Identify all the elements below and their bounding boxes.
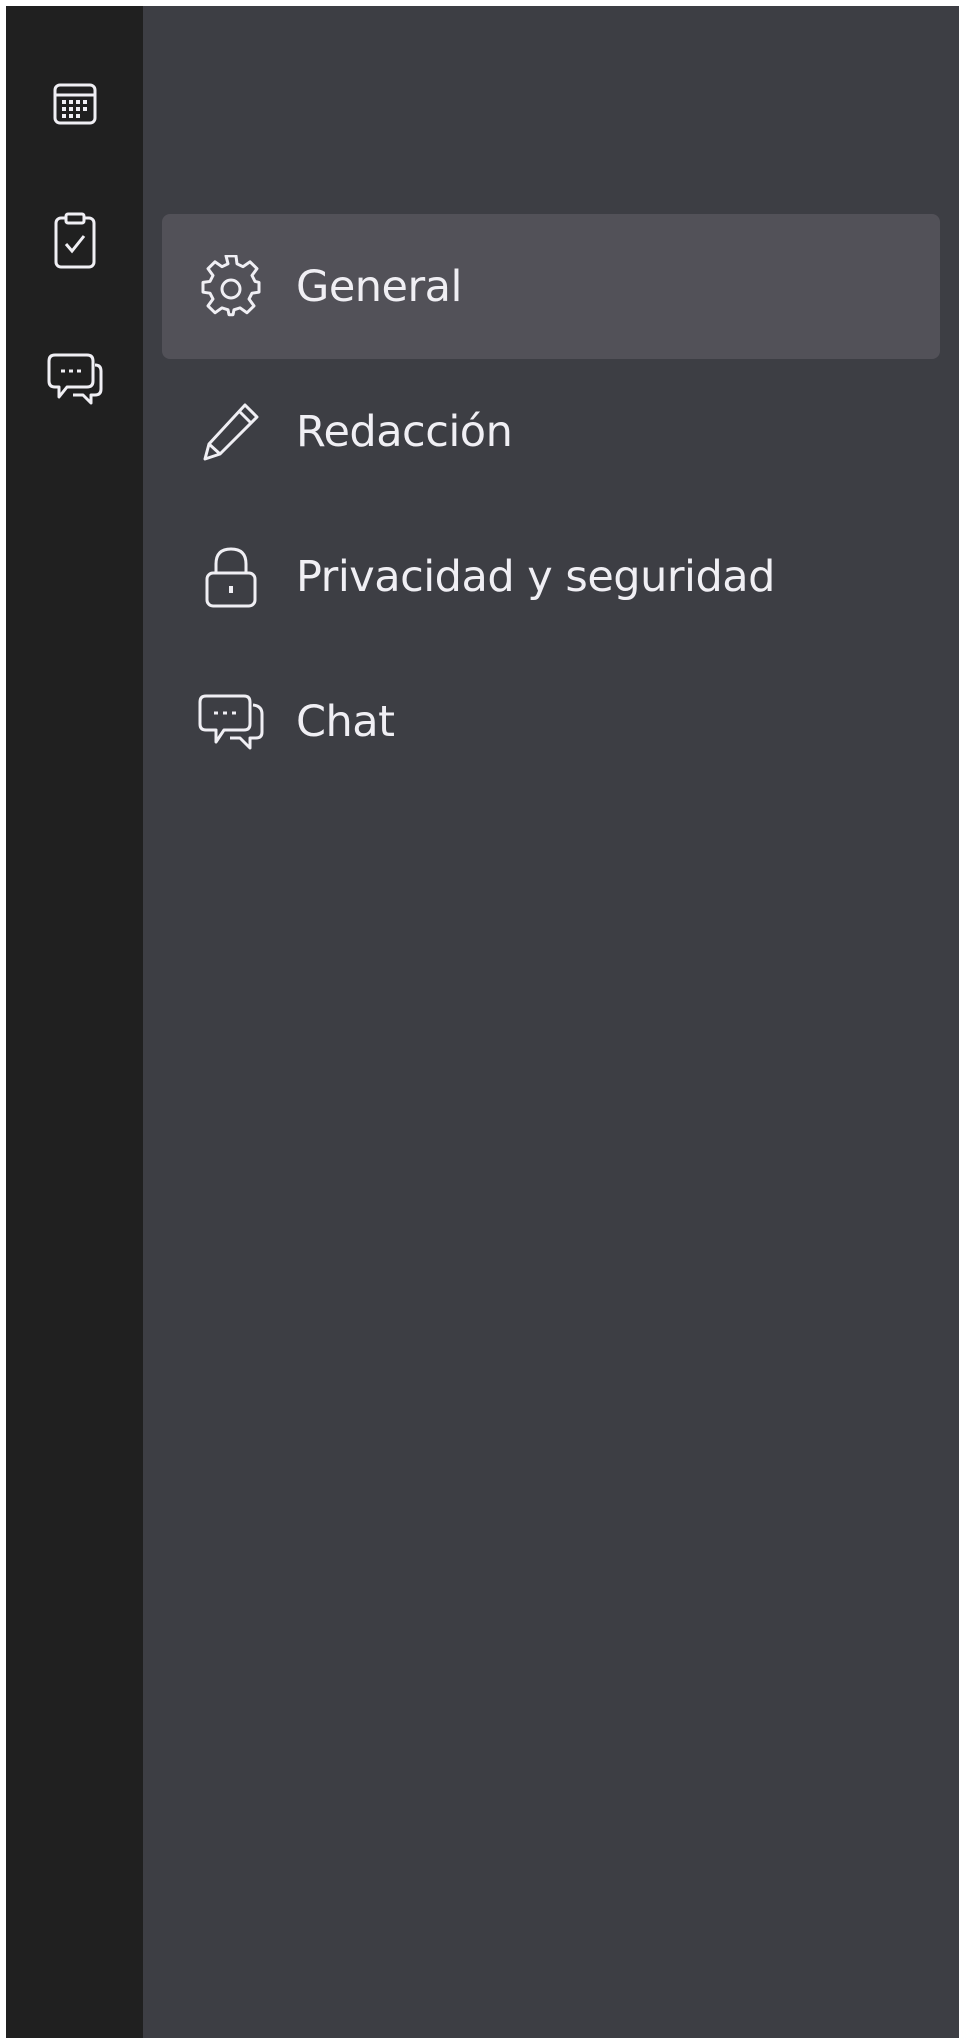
clipboard-check-icon: [54, 212, 95, 269]
chat-bubbles-icon: [47, 353, 102, 405]
settings-categories-pane: General Redacción Privacidad y seguridad…: [143, 6, 959, 2038]
chat-bubbles-icon: [198, 689, 264, 755]
category-composition-label: Redacción: [296, 406, 513, 457]
spaces-toolbar: [6, 6, 143, 2038]
settings-category-list: General Redacción Privacidad y seguridad…: [162, 214, 940, 794]
tasks-button[interactable]: [6, 196, 143, 286]
category-general-label: General: [296, 261, 462, 312]
gear-icon: [198, 254, 264, 320]
chat-space-button[interactable]: [6, 334, 143, 424]
category-chat-label: Chat: [296, 696, 395, 747]
pencil-icon: [198, 399, 264, 465]
category-chat[interactable]: Chat: [162, 649, 940, 794]
category-general[interactable]: General: [162, 214, 940, 359]
app-window: General Redacción Privacidad y seguridad…: [0, 0, 959, 2038]
calendar-icon: [53, 83, 96, 125]
lock-icon: [198, 544, 264, 610]
category-privacy-security-label: Privacidad y seguridad: [296, 551, 775, 602]
calendar-button[interactable]: [6, 58, 143, 148]
category-privacy-security[interactable]: Privacidad y seguridad: [162, 504, 940, 649]
main-frame: General Redacción Privacidad y seguridad…: [6, 6, 959, 2038]
category-composition[interactable]: Redacción: [162, 359, 940, 504]
